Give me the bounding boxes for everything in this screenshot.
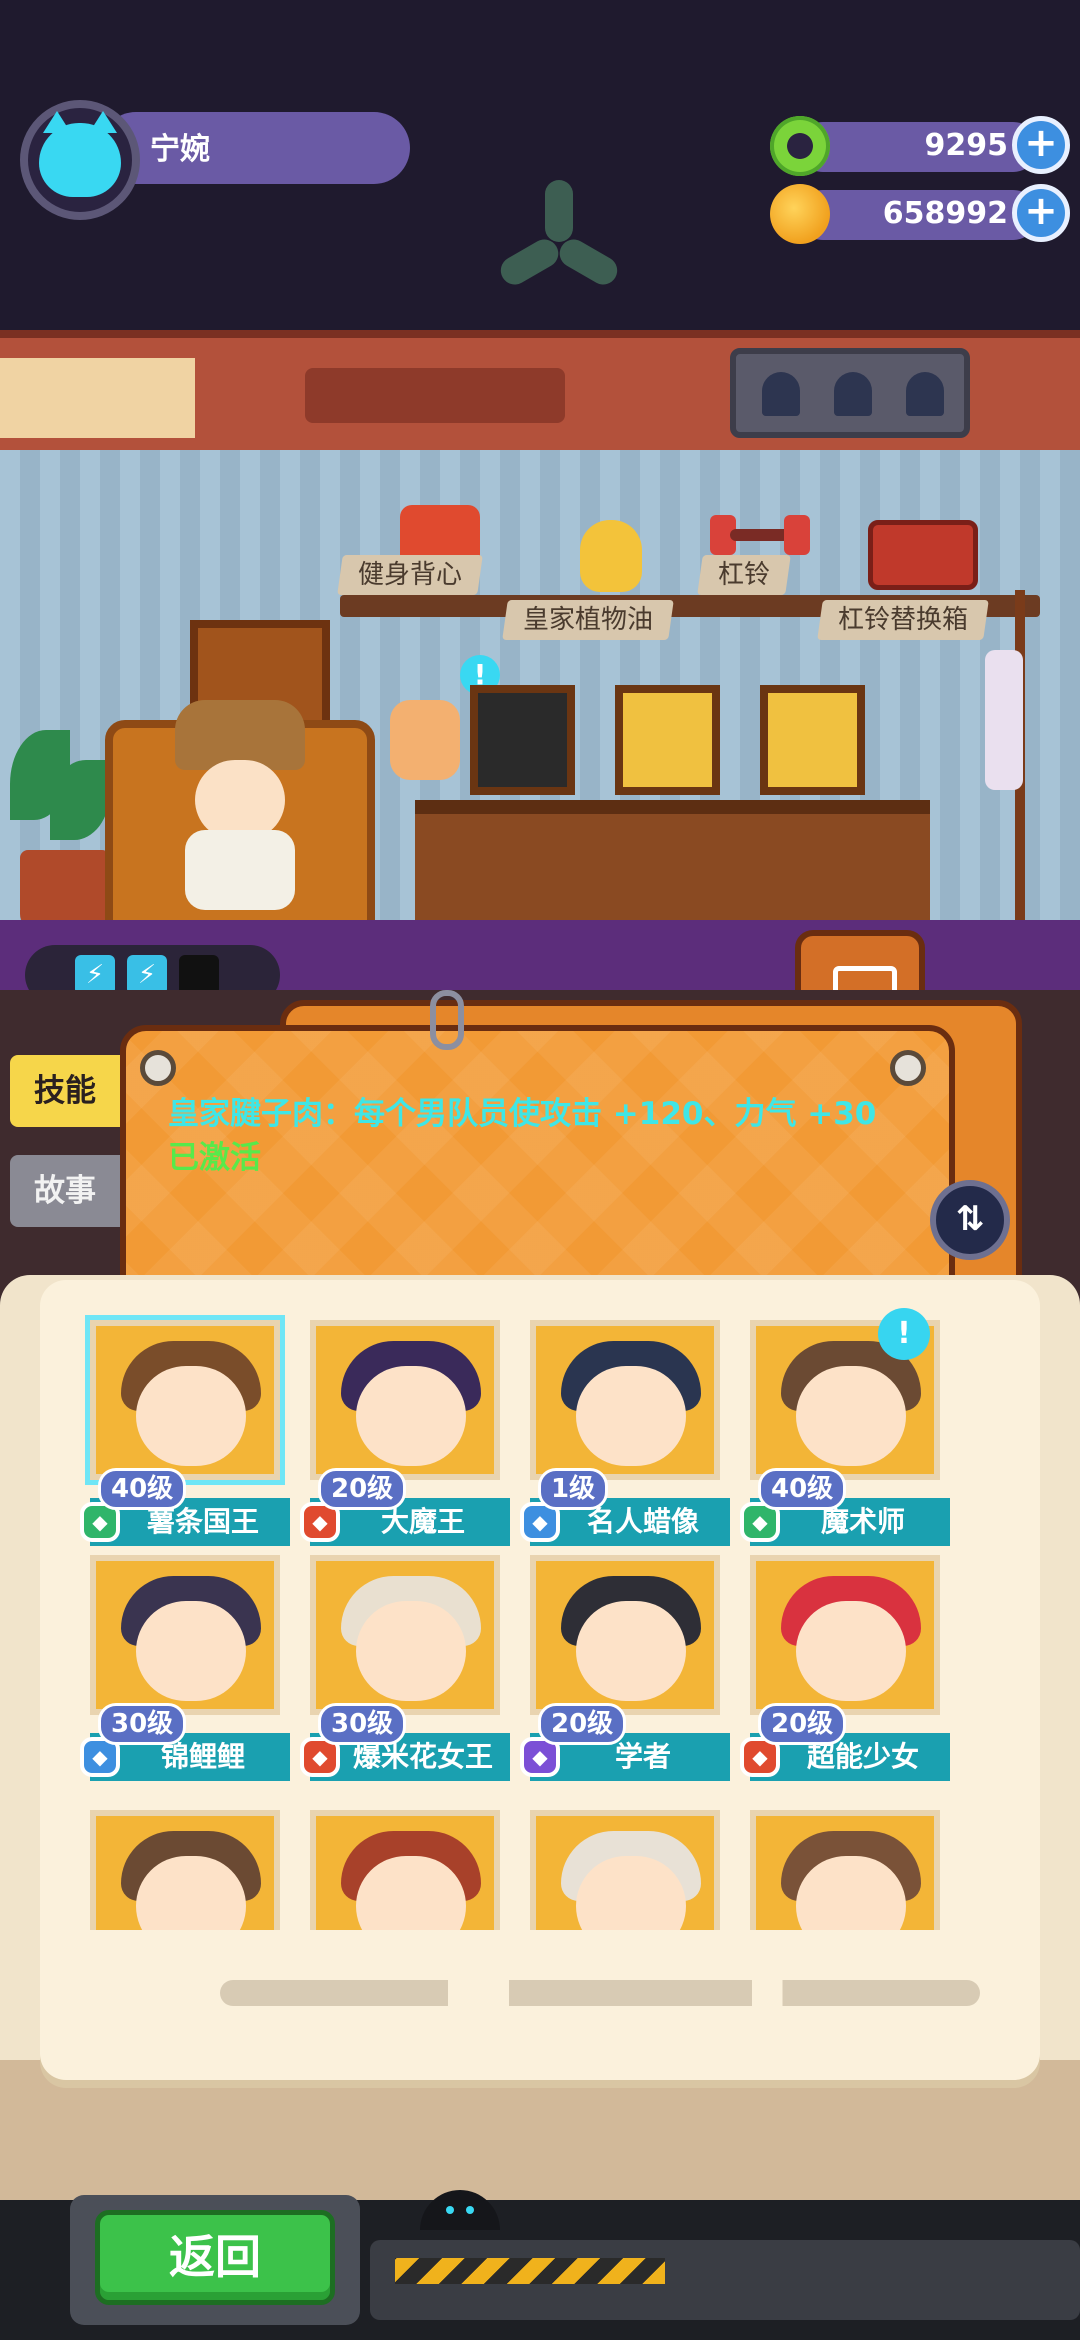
tab-skill[interactable]: 技能 xyxy=(10,1055,120,1127)
card-pin-left xyxy=(140,1050,176,1086)
hero-card[interactable] xyxy=(520,1810,730,1930)
hero-card[interactable] xyxy=(80,1810,290,1930)
add-coin-button[interactable]: + xyxy=(1012,184,1070,242)
hero-level: 40级 xyxy=(758,1468,847,1510)
photo-frame-1[interactable] xyxy=(470,685,575,795)
page-caption xyxy=(220,1980,980,2006)
wall-fan xyxy=(480,170,630,320)
hero-portrait[interactable] xyxy=(90,1810,280,1930)
coin-count: 658992 xyxy=(882,196,1008,231)
hero-portrait[interactable] xyxy=(90,1555,280,1715)
energy-empty-slot xyxy=(179,955,219,995)
hero-card[interactable]: 超能少女 ◆ 20级 xyxy=(740,1555,950,1781)
photo-frame-2[interactable] xyxy=(615,685,720,795)
profile-name-bar xyxy=(100,112,410,184)
hero-card[interactable]: 名人蜡像 ◆ 1级 xyxy=(520,1320,730,1546)
hero-card[interactable]: 薯条国王 ◆ 40级 xyxy=(80,1320,290,1546)
swap-icon[interactable]: ⇅ xyxy=(930,1180,1010,1260)
dumbbell-icon[interactable] xyxy=(710,515,810,555)
notice-icon[interactable]: ! xyxy=(878,1308,930,1360)
paper-clip xyxy=(430,990,464,1050)
hero-level: 30级 xyxy=(98,1703,187,1745)
shelf-tag-dumbbell[interactable]: 杠铃 xyxy=(697,555,791,595)
back-button[interactable]: 返回 xyxy=(95,2210,335,2305)
hero-portrait[interactable] xyxy=(530,1320,720,1480)
hero-card[interactable] xyxy=(740,1810,950,1930)
hero-level: 20级 xyxy=(758,1703,847,1745)
shelf-tag-oil[interactable]: 皇家植物油 xyxy=(502,600,674,640)
hero-portrait[interactable] xyxy=(310,1810,500,1930)
donut-currency: 9295 + xyxy=(770,116,1070,176)
energy-bolt-icon: ⚡ xyxy=(75,955,115,995)
hero-portrait[interactable] xyxy=(90,1320,280,1480)
donut-count: 9295 xyxy=(924,128,1009,163)
hero-portrait[interactable] xyxy=(530,1810,720,1930)
hero-card[interactable]: 爆米花女王 ◆ 30级 xyxy=(300,1555,510,1781)
card-pin-right xyxy=(890,1050,926,1086)
hero-card[interactable]: 大魔王 ◆ 20级 xyxy=(300,1320,510,1546)
photo-frame-3[interactable] xyxy=(760,685,865,795)
potted-plant xyxy=(0,720,110,930)
shelf-tag-dumbbell-box[interactable]: 杠铃替换箱 xyxy=(817,600,989,640)
hero-card[interactable]: 锦鲤鲤 ◆ 30级 xyxy=(80,1555,290,1781)
hero-portrait[interactable] xyxy=(750,1810,940,1930)
coin-currency: 658992 + xyxy=(770,184,1070,244)
hero-portrait[interactable] xyxy=(530,1555,720,1715)
hero-level: 20级 xyxy=(318,1468,407,1510)
hero-level: 1级 xyxy=(538,1468,609,1510)
energy-bolt-icon: ⚡ xyxy=(127,955,167,995)
hero-portrait[interactable] xyxy=(750,1555,940,1715)
cat-avatar-icon[interactable] xyxy=(20,100,140,220)
hero-portrait[interactable] xyxy=(310,1320,500,1480)
oil-bottle-icon[interactable] xyxy=(580,520,642,592)
hero-level: 40级 xyxy=(98,1468,187,1510)
skill-status: 已激活 xyxy=(168,1140,261,1176)
hero-card[interactable]: 学者 ◆ 20级 xyxy=(520,1555,730,1781)
add-donut-button[interactable]: + xyxy=(1012,116,1070,174)
shelf-tag-vest[interactable]: 健身背心 xyxy=(337,555,483,595)
skill-description: 皇家腱子肉：每个男队员使攻击 +120、力气 +30 xyxy=(168,1096,877,1132)
planet-coin-icon xyxy=(770,184,830,244)
donut-icon xyxy=(770,116,830,176)
hero-level: 30级 xyxy=(318,1703,407,1745)
king-character[interactable] xyxy=(165,700,305,910)
player-profile[interactable]: 宁婉 xyxy=(20,100,410,220)
hero-level: 20级 xyxy=(538,1703,627,1745)
dumbbell-box-icon[interactable] xyxy=(868,520,978,590)
hero-card[interactable]: 魔术师 ◆ 40级! xyxy=(740,1308,950,1546)
hero-portrait[interactable] xyxy=(310,1555,500,1715)
hero-card[interactable] xyxy=(300,1810,510,1930)
upper-cabinet xyxy=(0,330,1080,458)
coat-rack xyxy=(985,590,1055,930)
player-name: 宁婉 xyxy=(150,132,210,167)
tab-story[interactable]: 故事 xyxy=(10,1155,120,1227)
hand-sign xyxy=(390,700,460,780)
